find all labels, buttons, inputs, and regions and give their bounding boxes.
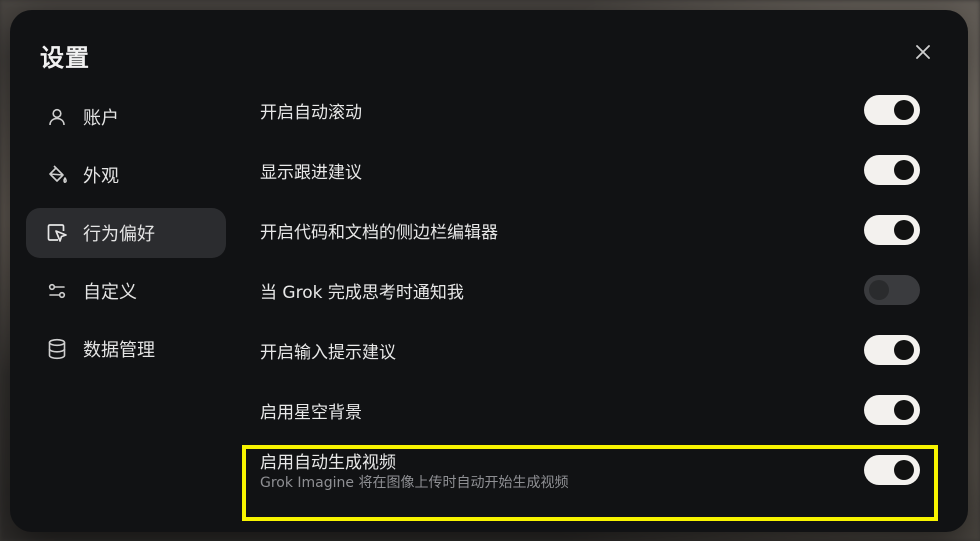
sidebar-editor-toggle[interactable]	[864, 215, 920, 245]
auto-scroll-toggle[interactable]	[864, 95, 920, 125]
nav-item-label: 外观	[83, 166, 119, 187]
setting-row-sidebar-editor: 开启代码和文档的侧边栏编辑器	[242, 200, 942, 260]
nav-item-appearance[interactable]: 外观	[26, 150, 226, 200]
cursor-pointer-icon	[46, 222, 68, 244]
notify-when-done-toggle[interactable]	[864, 275, 920, 305]
toggle-knob	[894, 100, 914, 120]
setting-row-input-suggestions: 开启输入提示建议	[242, 320, 942, 380]
setting-label: 开启自动滚动	[260, 102, 362, 123]
setting-label: 开启代码和文档的侧边栏编辑器	[260, 222, 498, 243]
close-button[interactable]	[911, 40, 935, 64]
sliders-icon	[46, 280, 68, 302]
toggle-knob	[894, 160, 914, 180]
highlight-annotation	[242, 445, 938, 521]
setting-label: 开启输入提示建议	[260, 342, 396, 363]
settings-list: 开启自动滚动 显示跟进建议 开启代码和文档的侧边栏编辑器 当 Grok 完成思考…	[242, 80, 942, 500]
toggle-knob	[894, 220, 914, 240]
database-icon	[46, 338, 68, 360]
nav-item-label: 账户	[83, 108, 119, 129]
paint-bucket-icon	[46, 164, 68, 186]
setting-row-notify: 当 Grok 完成思考时通知我	[242, 260, 942, 320]
setting-label: 当 Grok 完成思考时通知我	[260, 282, 464, 303]
settings-nav: 账户 外观 行为偏好 自定义 数据管理	[26, 92, 226, 382]
close-icon	[916, 45, 930, 59]
starry-background-toggle[interactable]	[864, 395, 920, 425]
setting-row-starry-bg: 启用星空背景	[242, 380, 942, 440]
user-icon	[46, 106, 68, 128]
nav-item-customize[interactable]: 自定义	[26, 266, 226, 316]
setting-label: 启用星空背景	[260, 402, 362, 423]
nav-item-behavior[interactable]: 行为偏好	[26, 208, 226, 258]
toggle-knob	[894, 400, 914, 420]
toggle-knob	[869, 280, 889, 300]
input-suggestions-toggle[interactable]	[864, 335, 920, 365]
nav-item-data-management[interactable]: 数据管理	[26, 324, 226, 374]
nav-item-label: 数据管理	[83, 340, 155, 361]
dialog-title: 设置	[40, 44, 90, 72]
nav-item-label: 行为偏好	[83, 224, 155, 245]
setting-row-auto-scroll: 开启自动滚动	[242, 80, 942, 140]
setting-row-follow-up: 显示跟进建议	[242, 140, 942, 200]
nav-item-account[interactable]: 账户	[26, 92, 226, 142]
toggle-knob	[894, 340, 914, 360]
nav-item-label: 自定义	[83, 282, 137, 303]
follow-up-suggestions-toggle[interactable]	[864, 155, 920, 185]
setting-label: 显示跟进建议	[260, 162, 362, 183]
